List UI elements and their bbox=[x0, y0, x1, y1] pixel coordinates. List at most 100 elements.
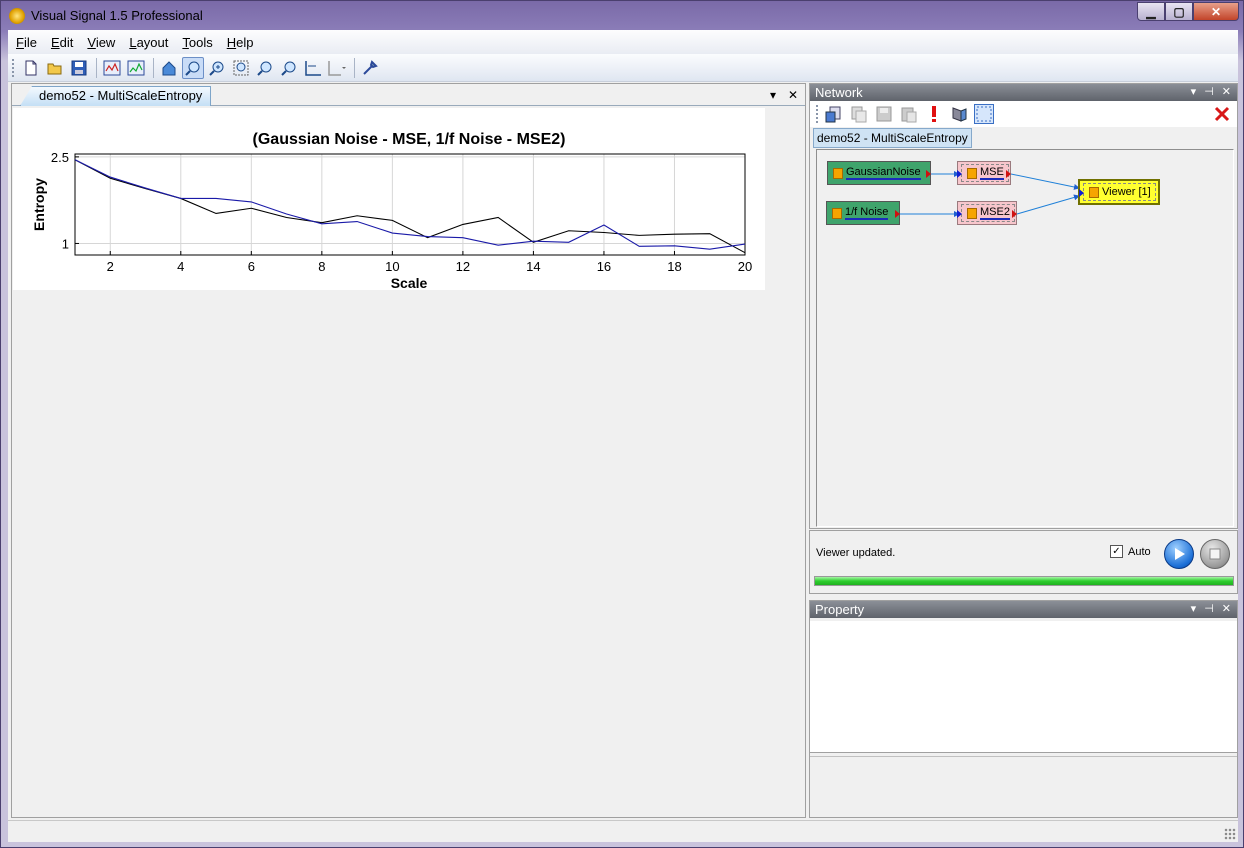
network-canvas[interactable]: GaussianNoise MSE 1/f Noise MSE2 Viewer … bbox=[816, 149, 1234, 527]
input-port[interactable] bbox=[1079, 189, 1084, 197]
module-icon bbox=[833, 167, 843, 179]
node-label: GaussianNoise bbox=[846, 166, 921, 180]
run-status-panel: Viewer updated. ✓ Auto bbox=[809, 530, 1238, 594]
output-port[interactable] bbox=[1012, 210, 1017, 218]
x-tick-label: 4 bbox=[177, 259, 184, 274]
home-button[interactable] bbox=[158, 57, 180, 79]
maximize-icon: ▢ bbox=[1173, 4, 1185, 19]
zoom-pan-button[interactable] bbox=[182, 56, 204, 79]
resize-grip-icon[interactable] bbox=[1224, 828, 1236, 840]
select-button[interactable] bbox=[974, 104, 994, 124]
close-window-button[interactable]: ✕ bbox=[1193, 2, 1239, 21]
add-module-button[interactable] bbox=[824, 104, 844, 124]
menu-layout[interactable]: Layout bbox=[129, 35, 168, 50]
zoom-x-button[interactable] bbox=[254, 57, 276, 79]
maximize-button[interactable]: ▢ bbox=[1165, 2, 1193, 21]
tools-button[interactable] bbox=[359, 57, 381, 79]
output-port[interactable] bbox=[926, 170, 931, 178]
chart-viewer[interactable]: (Gaussian Noise - MSE, 1/f Noise - MSE2)… bbox=[13, 108, 765, 291]
property-grid[interactable] bbox=[810, 621, 1237, 753]
zoom-rect-button[interactable] bbox=[230, 57, 252, 79]
node-1f-noise[interactable]: 1/f Noise bbox=[826, 201, 900, 225]
x-tick-label: 14 bbox=[526, 259, 540, 274]
menu-file[interactable]: File bbox=[16, 35, 37, 50]
property-panel-header: Property ▾ ⊣ ✕ bbox=[810, 601, 1237, 618]
tab-demo52[interactable]: demo52 - MultiScaleEntropy bbox=[20, 86, 212, 106]
copy-button[interactable] bbox=[849, 104, 869, 124]
output-port[interactable] bbox=[1006, 170, 1011, 178]
viewer-alt-icon bbox=[127, 60, 145, 75]
select-icon bbox=[976, 106, 992, 122]
panel-close-icon[interactable]: ✕ bbox=[1222, 601, 1231, 618]
x-tick-label: 10 bbox=[385, 259, 399, 274]
x-tick-label: 16 bbox=[597, 259, 611, 274]
tab-network-demo52[interactable]: demo52 - MultiScaleEntropy bbox=[813, 128, 972, 148]
node-gaussian-noise[interactable]: GaussianNoise bbox=[827, 161, 931, 185]
series-line-2 bbox=[74, 159, 746, 250]
window-title: Visual Signal 1.5 Professional bbox=[31, 8, 203, 23]
auto-label: Auto bbox=[1128, 545, 1151, 558]
save-network-button[interactable] bbox=[874, 104, 894, 124]
axis-scale-dropdown-icon bbox=[328, 60, 346, 76]
network-panel-title: Network bbox=[815, 85, 863, 100]
title-bar[interactable]: Visual Signal 1.5 Professional ▁ ▢ ✕ bbox=[1, 1, 1244, 29]
network-panel: Network ▾ ⊣ ✕ demo52 - MultiScaleEntropy… bbox=[809, 83, 1238, 529]
toolbar-grip[interactable] bbox=[816, 105, 820, 123]
menu-help[interactable]: Help bbox=[227, 35, 254, 50]
axis-scale-dropdown-button[interactable] bbox=[326, 57, 348, 79]
open-button[interactable] bbox=[44, 57, 66, 79]
module-icon bbox=[967, 207, 977, 219]
property-panel-title: Property bbox=[815, 602, 865, 617]
checkbox-check-icon[interactable]: ✓ bbox=[1110, 545, 1123, 558]
node-mse[interactable]: MSE bbox=[957, 161, 1011, 185]
node-mse2[interactable]: MSE2 bbox=[957, 201, 1017, 225]
minimize-button[interactable]: ▁ bbox=[1137, 2, 1165, 21]
pin-icon[interactable]: ⊣ bbox=[1204, 84, 1214, 101]
save-icon bbox=[71, 60, 87, 75]
x-tick-label: 8 bbox=[318, 259, 325, 274]
input-port[interactable] bbox=[957, 170, 962, 178]
menu-view[interactable]: View bbox=[87, 35, 115, 50]
property-description bbox=[810, 756, 1237, 816]
panel-dropdown-icon[interactable]: ▾ bbox=[1191, 601, 1197, 618]
paste-button[interactable] bbox=[899, 104, 919, 124]
zoom-in-button[interactable] bbox=[206, 57, 228, 79]
delete-network-button[interactable] bbox=[1212, 104, 1232, 124]
refresh-button[interactable] bbox=[949, 104, 969, 124]
axis-scale-button[interactable] bbox=[302, 57, 324, 79]
copy-icon bbox=[851, 106, 867, 123]
x-tick-label: 6 bbox=[248, 259, 255, 274]
stop-button[interactable] bbox=[1200, 539, 1230, 569]
viewer-alt-button[interactable] bbox=[125, 57, 147, 79]
zoom-y-button[interactable] bbox=[278, 57, 300, 79]
tab-list-dropdown-icon[interactable]: ▾ bbox=[770, 88, 776, 102]
save-button[interactable] bbox=[68, 57, 90, 79]
chart-title: (Gaussian Noise - MSE, 1/f Noise - MSE2) bbox=[253, 131, 566, 148]
run-button[interactable] bbox=[1164, 539, 1194, 569]
panel-close-icon[interactable]: ✕ bbox=[1222, 84, 1231, 101]
error-icon bbox=[932, 106, 936, 122]
node-viewer[interactable]: Viewer [1] bbox=[1078, 179, 1160, 205]
toolbar-separator bbox=[354, 57, 355, 78]
output-port[interactable] bbox=[895, 210, 900, 218]
menu-edit[interactable]: Edit bbox=[51, 35, 73, 50]
toolbar-separator bbox=[96, 57, 97, 78]
input-port[interactable] bbox=[957, 210, 962, 218]
main-toolbar bbox=[8, 54, 1238, 82]
toolbar-grip[interactable] bbox=[12, 58, 16, 77]
close-tab-icon[interactable]: ✕ bbox=[788, 88, 798, 102]
new-file-button[interactable] bbox=[20, 57, 42, 79]
error-button[interactable] bbox=[924, 104, 944, 124]
close-icon: ✕ bbox=[1210, 4, 1222, 19]
menu-tools[interactable]: Tools bbox=[182, 35, 212, 50]
entropy-chart[interactable]: (Gaussian Noise - MSE, 1/f Noise - MSE2)… bbox=[13, 108, 765, 291]
add-module-icon bbox=[825, 106, 841, 123]
viewer-button[interactable] bbox=[101, 57, 123, 79]
zoom-pan-icon bbox=[185, 61, 200, 76]
pin-icon[interactable]: ⊣ bbox=[1204, 601, 1214, 618]
node-label: 1/f Noise bbox=[845, 206, 889, 220]
document-tabstrip: demo52 - MultiScaleEntropy ▾ ✕ bbox=[12, 84, 805, 106]
panel-dropdown-icon[interactable]: ▾ bbox=[1191, 84, 1197, 101]
menu-bar: File Edit View Layout Tools Help bbox=[8, 30, 1238, 54]
auto-checkbox[interactable]: ✓ Auto bbox=[1110, 545, 1151, 558]
